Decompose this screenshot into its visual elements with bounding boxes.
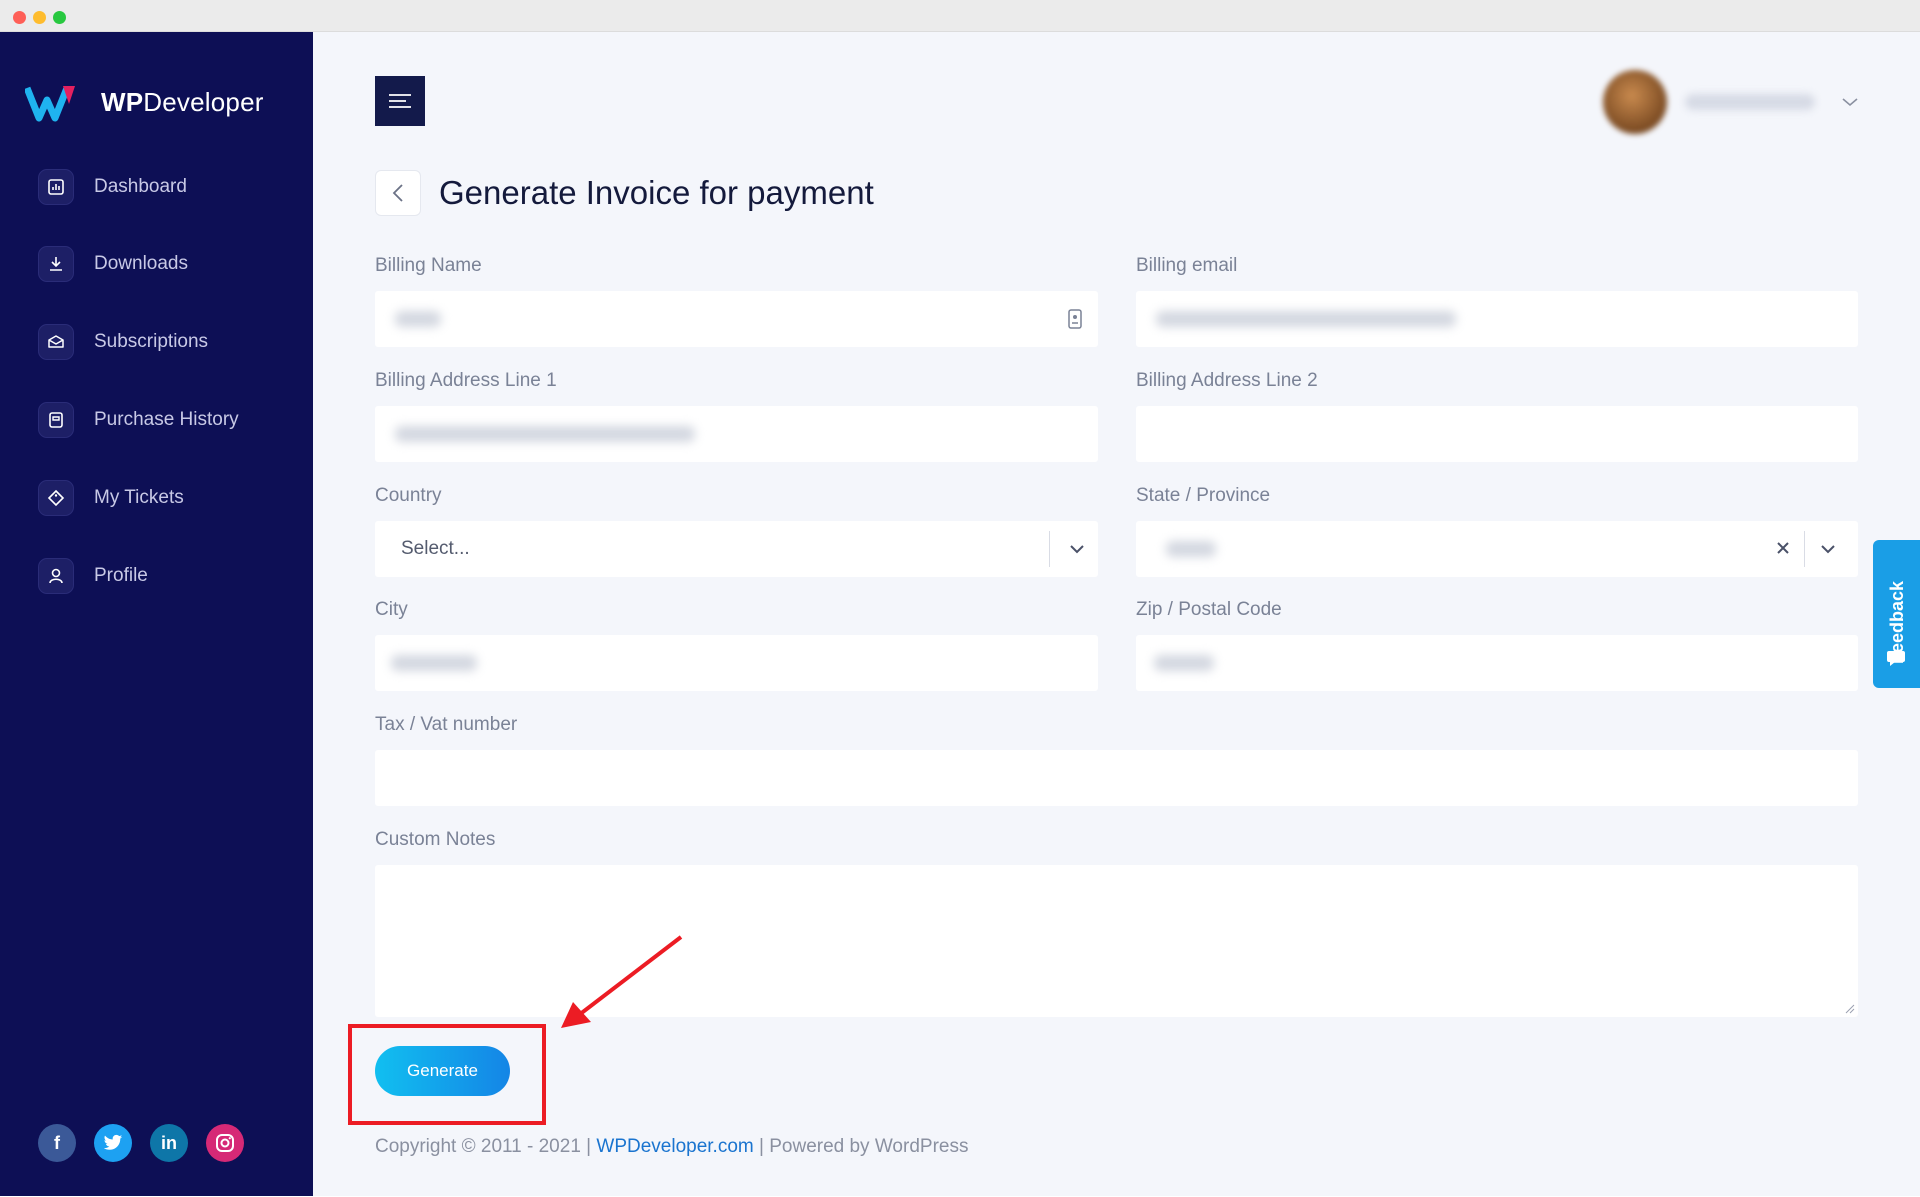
maximize-window-button[interactable] bbox=[53, 11, 66, 24]
twitter-icon[interactable] bbox=[94, 1124, 132, 1162]
minimize-window-button[interactable] bbox=[33, 11, 46, 24]
zip-input[interactable] bbox=[1136, 635, 1858, 691]
billing-name-input[interactable] bbox=[375, 291, 1098, 347]
chevron-down-icon[interactable] bbox=[1820, 544, 1836, 554]
user-menu[interactable] bbox=[1603, 70, 1893, 134]
billing-email-value-blurred bbox=[1156, 311, 1456, 327]
sidebar-item-profile[interactable]: Profile bbox=[38, 556, 298, 596]
receipt-icon bbox=[38, 402, 74, 438]
custom-notes-label: Custom Notes bbox=[375, 829, 496, 850]
sidebar-item-subscriptions[interactable]: Subscriptions bbox=[38, 322, 298, 362]
feedback-tab[interactable]: Feedback bbox=[1873, 540, 1920, 688]
browser-window: WPDeveloper Dashboard Downloads Subscrip… bbox=[0, 0, 1920, 1197]
main-content: Generate Invoice for payment Billing Nam… bbox=[313, 32, 1920, 1196]
tax-label: Tax / Vat number bbox=[375, 714, 518, 735]
select-separator bbox=[1049, 531, 1050, 567]
address-line-1-value-blurred bbox=[395, 426, 695, 442]
box-icon bbox=[38, 324, 74, 360]
state-select[interactable] bbox=[1136, 521, 1858, 577]
footer-prefix: Copyright © 2011 - 2021 | bbox=[375, 1136, 597, 1157]
zip-label: Zip / Postal Code bbox=[1136, 599, 1282, 620]
select-separator bbox=[1804, 531, 1805, 567]
sidebar-item-label: Purchase History bbox=[94, 409, 239, 430]
billing-email-label: Billing email bbox=[1136, 255, 1238, 276]
address-line-1-label: Billing Address Line 1 bbox=[375, 370, 557, 391]
sidebar-item-label: Downloads bbox=[94, 253, 188, 274]
country-placeholder: Select... bbox=[401, 538, 470, 559]
billing-email-input[interactable] bbox=[1136, 291, 1858, 347]
sidebar-item-label: Subscriptions bbox=[94, 331, 209, 352]
chart-icon bbox=[38, 169, 74, 205]
zip-value-blurred bbox=[1154, 655, 1214, 671]
chevron-down-icon bbox=[1842, 98, 1858, 107]
footer-suffix: | Powered by WordPress bbox=[753, 1136, 969, 1157]
resize-handle-icon[interactable] bbox=[1845, 1004, 1855, 1014]
country-label: Country bbox=[375, 485, 442, 506]
sidebar-item-label: Profile bbox=[94, 565, 148, 586]
user-name-blurred bbox=[1685, 94, 1815, 110]
user-icon bbox=[38, 558, 74, 594]
sidebar-item-purchase-history[interactable]: Purchase History bbox=[38, 400, 298, 440]
brand-logo[interactable]: WPDeveloper bbox=[25, 82, 264, 122]
window-titlebar bbox=[0, 0, 1920, 32]
download-icon bbox=[38, 246, 74, 282]
menu-toggle-button[interactable] bbox=[375, 76, 425, 126]
brand-name: WPDeveloper bbox=[101, 86, 264, 117]
sidebar: WPDeveloper Dashboard Downloads Subscrip… bbox=[0, 32, 313, 1196]
clear-icon[interactable] bbox=[1776, 541, 1790, 555]
social-links: f in bbox=[38, 1124, 244, 1162]
generate-button[interactable]: Generate bbox=[375, 1046, 510, 1096]
sidebar-item-label: My Tickets bbox=[94, 487, 184, 508]
close-window-button[interactable] bbox=[13, 11, 26, 24]
page-title: Generate Invoice for payment bbox=[439, 174, 874, 211]
hamburger-icon bbox=[389, 94, 411, 108]
ticket-icon bbox=[38, 480, 74, 516]
back-button[interactable] bbox=[375, 170, 421, 216]
feedback-label: Feedback bbox=[1887, 580, 1907, 664]
avatar bbox=[1603, 70, 1667, 134]
wpdeveloper-logo-icon bbox=[25, 86, 75, 122]
sidebar-item-downloads[interactable]: Downloads bbox=[38, 244, 298, 284]
billing-name-value-blurred bbox=[395, 311, 441, 327]
contact-card-icon bbox=[1068, 309, 1082, 329]
chevron-left-icon bbox=[392, 184, 403, 202]
annotation-arrow-icon bbox=[561, 935, 683, 1028]
sidebar-item-label: Dashboard bbox=[94, 176, 187, 197]
address-line-2-input[interactable] bbox=[1136, 406, 1858, 462]
tax-input[interactable] bbox=[375, 750, 1858, 806]
state-value-blurred bbox=[1166, 541, 1216, 557]
sidebar-item-my-tickets[interactable]: My Tickets bbox=[38, 478, 298, 518]
address-line-1-input[interactable] bbox=[375, 406, 1098, 462]
country-select[interactable]: Select... bbox=[375, 521, 1098, 577]
instagram-icon[interactable] bbox=[206, 1124, 244, 1162]
city-input[interactable] bbox=[375, 635, 1098, 691]
state-label: State / Province bbox=[1136, 485, 1271, 506]
city-label: City bbox=[375, 599, 408, 620]
sidebar-item-dashboard[interactable]: Dashboard bbox=[38, 167, 298, 207]
chevron-down-icon[interactable] bbox=[1069, 544, 1085, 554]
address-line-2-label: Billing Address Line 2 bbox=[1136, 370, 1318, 391]
city-value-blurred bbox=[391, 655, 477, 671]
billing-name-label: Billing Name bbox=[375, 255, 482, 276]
facebook-icon[interactable]: f bbox=[38, 1124, 76, 1162]
footer-link[interactable]: WPDeveloper.com bbox=[596, 1136, 753, 1157]
footer-copyright: Copyright © 2011 - 2021 | WPDeveloper.co… bbox=[375, 1136, 968, 1158]
linkedin-icon[interactable]: in bbox=[150, 1124, 188, 1162]
